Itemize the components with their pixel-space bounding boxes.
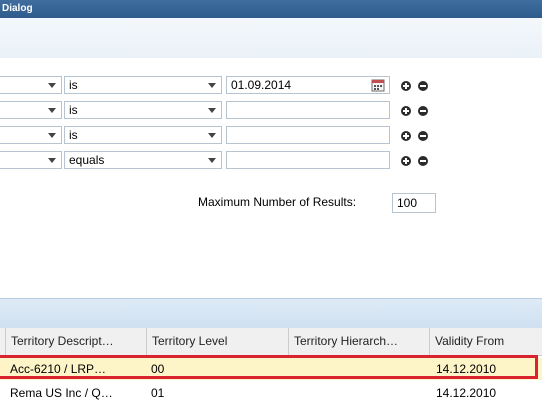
cell-validity-from: 14.12.2010 bbox=[436, 362, 497, 376]
add-row-icon[interactable] bbox=[401, 81, 411, 91]
chevron-down-icon[interactable] bbox=[203, 127, 221, 143]
remove-row-icon[interactable] bbox=[418, 131, 428, 141]
chevron-down-icon[interactable] bbox=[43, 102, 61, 118]
search-criteria-panel: is 01.09.2014 is is equals Maximum Numbe… bbox=[0, 58, 542, 298]
chevron-down-icon[interactable] bbox=[43, 152, 61, 168]
field-select[interactable] bbox=[0, 126, 62, 144]
operator-select[interactable]: is bbox=[64, 76, 222, 94]
table-header: Territory Descript… Territory Level Terr… bbox=[0, 328, 542, 356]
toolbar-band bbox=[0, 18, 542, 59]
value-input[interactable]: 01.09.2014 bbox=[226, 76, 390, 94]
chevron-down-icon[interactable] bbox=[203, 77, 221, 93]
column-header-territory-level[interactable]: Territory Level bbox=[146, 328, 288, 355]
chevron-down-icon[interactable] bbox=[43, 77, 61, 93]
column-header-validity-from[interactable]: Validity From bbox=[429, 328, 542, 355]
operator-select[interactable]: is bbox=[64, 126, 222, 144]
calendar-icon[interactable] bbox=[371, 78, 385, 92]
results-table: Territory Descript… Territory Level Terr… bbox=[0, 328, 542, 408]
chevron-down-icon[interactable] bbox=[203, 102, 221, 118]
cell-territory-hierarchy bbox=[293, 382, 427, 404]
chevron-down-icon[interactable] bbox=[43, 127, 61, 143]
max-results-label: Maximum Number of Results: bbox=[198, 195, 357, 209]
max-results-input[interactable]: 100 bbox=[392, 193, 436, 213]
cell-territory-hierarchy bbox=[293, 358, 427, 380]
field-select[interactable] bbox=[0, 151, 62, 169]
operator-select[interactable]: equals bbox=[64, 151, 222, 169]
value-input[interactable] bbox=[226, 151, 390, 169]
column-header-territory-description[interactable]: Territory Descript… bbox=[5, 328, 146, 355]
table-row[interactable]: Rema US Inc / Q… 01 14.12.2010 bbox=[0, 382, 542, 404]
cell-territory-description: Acc-6210 / LRP… bbox=[10, 362, 107, 376]
value-input[interactable] bbox=[226, 126, 390, 144]
remove-row-icon[interactable] bbox=[418, 81, 428, 91]
field-select[interactable] bbox=[0, 101, 62, 119]
column-header-territory-hierarchy[interactable]: Territory Hierarch… bbox=[288, 328, 429, 355]
cell-validity-from: 14.12.2010 bbox=[436, 386, 497, 400]
cell-territory-level: 00 bbox=[151, 362, 165, 376]
table-row[interactable]: Acc-6210 / LRP… 00 14.12.2010 bbox=[0, 358, 542, 380]
results-header-band bbox=[0, 298, 542, 329]
operator-select[interactable]: is bbox=[64, 101, 222, 119]
cell-territory-description: Rema US Inc / Q… bbox=[10, 386, 113, 400]
dialog-title-bar: Dialog bbox=[0, 0, 542, 18]
add-row-icon[interactable] bbox=[401, 131, 411, 141]
remove-row-icon[interactable] bbox=[418, 156, 428, 166]
chevron-down-icon[interactable] bbox=[203, 152, 221, 168]
remove-row-icon[interactable] bbox=[418, 106, 428, 116]
add-row-icon[interactable] bbox=[401, 106, 411, 116]
add-row-icon[interactable] bbox=[401, 156, 411, 166]
dialog-title: Dialog bbox=[2, 3, 33, 14]
value-input[interactable] bbox=[226, 101, 390, 119]
field-select[interactable] bbox=[0, 76, 62, 94]
cell-territory-level: 01 bbox=[151, 386, 165, 400]
